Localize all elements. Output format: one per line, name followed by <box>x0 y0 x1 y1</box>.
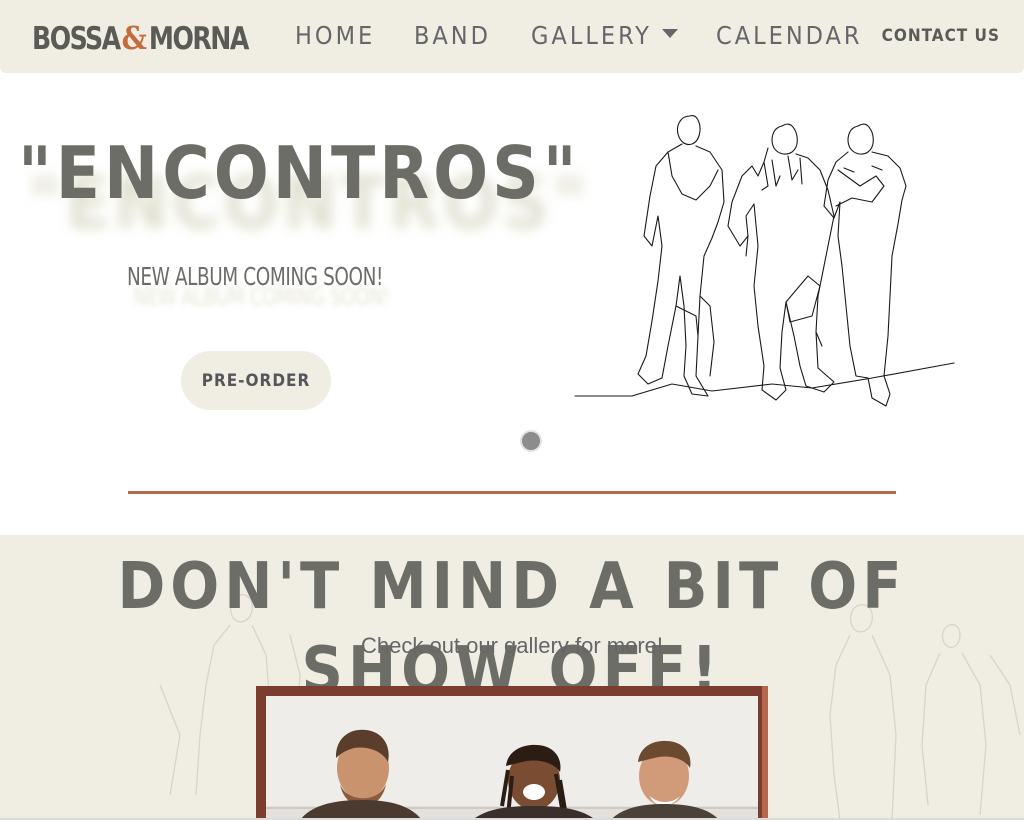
gallery-teaser-section: DON'T MIND A BIT OF SHOW OFF! Check out … <box>0 535 1024 820</box>
band-line-drawing <box>574 115 955 407</box>
section-divider <box>128 491 896 494</box>
navbar: BOSSA & MORNA HOME BAND GALLERY CALENDAR… <box>0 0 1024 73</box>
pre-order-button[interactable]: PRE-ORDER <box>181 351 331 410</box>
brand-logo[interactable]: BOSSA & MORNA <box>32 16 249 61</box>
band-photo <box>266 696 758 820</box>
logo-ampersand: & <box>121 19 147 57</box>
nav-item-band[interactable]: BAND <box>414 17 491 55</box>
band-photo-frame[interactable] <box>256 686 768 820</box>
nav-item-gallery[interactable]: GALLERY <box>531 17 678 55</box>
nav-item-home[interactable]: HOME <box>295 17 375 55</box>
band-photo-illustration <box>266 696 758 820</box>
chevron-down-icon <box>661 28 678 38</box>
logo-text-right: MORNA <box>148 19 249 57</box>
logo-text-left: BOSSA <box>32 19 121 57</box>
nav-item-calendar[interactable]: CALENDAR <box>716 17 863 55</box>
gallery-teaser-subtitle: Check out our gallery for more! <box>360 633 664 658</box>
carousel-indicator-dot[interactable] <box>520 430 542 452</box>
hero-subtitle: NEW ALBUM COMING SOON! <box>127 262 383 291</box>
contact-us-link[interactable]: CONTACT US <box>882 26 1000 46</box>
hero-title: "ENCONTROS" <box>18 131 581 215</box>
nav-item-gallery-label: GALLERY <box>531 21 652 50</box>
